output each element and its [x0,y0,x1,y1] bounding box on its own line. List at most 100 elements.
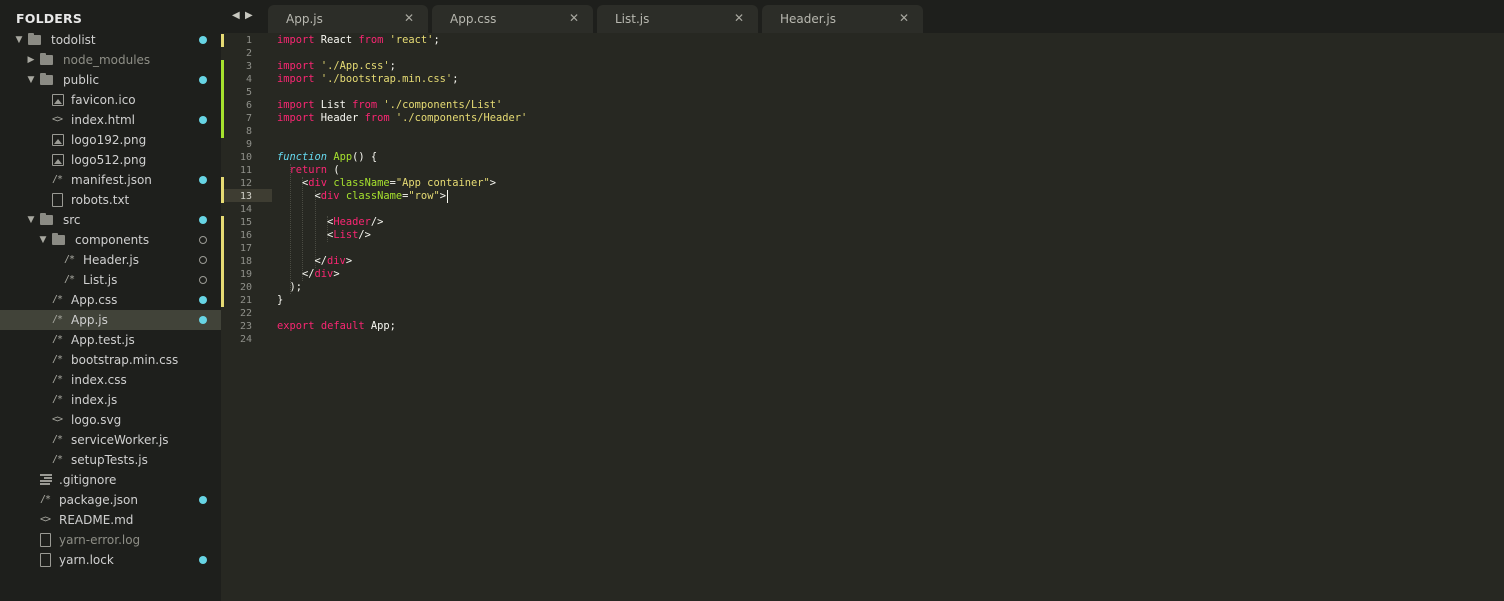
disclosure-closed-icon[interactable]: ▶ [25,50,37,70]
sidebar-item-yarn-error-log[interactable]: yarn-error.log [0,530,221,550]
code-token: </ [277,268,315,280]
script-file-icon: /* [52,354,63,365]
sidebar-item-app-js[interactable]: /* App.js [0,310,221,330]
line-number: 16 [239,230,252,241]
code-line[interactable]: } [277,294,283,307]
sidebar-item-src[interactable]: ▼ src [0,210,221,230]
sidebar-item-index-js[interactable]: /* index.js [0,390,221,410]
code-line[interactable]: <div className="row"> [277,190,446,203]
sidebar-item-label: List.js [83,273,118,287]
code-file-icon: <> [40,514,51,525]
code-token: className [333,177,390,189]
code-line[interactable]: <div className="App container"> [277,177,496,190]
tab-header-js[interactable]: Header.js ✕ [762,5,923,33]
sidebar-item-index-css[interactable]: /* index.css [0,370,221,390]
close-icon[interactable]: ✕ [404,11,414,25]
sidebar-item-label: logo512.png [71,153,147,167]
sidebar-item-robots-txt[interactable]: robots.txt [0,190,221,210]
close-icon[interactable]: ✕ [569,11,579,25]
tab-app-js[interactable]: App.js ✕ [268,5,428,33]
code-line[interactable]: </div> [277,268,340,281]
disclosure-open-icon[interactable]: ▼ [37,230,49,250]
close-icon[interactable]: ✕ [899,11,909,25]
code-line[interactable]: import React from 'react'; [277,34,440,47]
tab-label: App.js [286,12,323,26]
sidebar-item-todolist[interactable]: ▼ todolist [0,30,221,50]
disclosure-open-icon[interactable]: ▼ [13,30,25,50]
code-line[interactable]: </div> [277,255,353,268]
disclosure-open-icon[interactable]: ▼ [25,210,37,230]
tab-label: List.js [615,12,650,26]
code-line[interactable]: export default App; [277,320,396,333]
sidebar-item-favicon-ico[interactable]: favicon.ico [0,90,221,110]
code-token: './App.css' [320,60,390,72]
line-number: 5 [245,87,252,98]
sidebar-item-manifest-json[interactable]: /* manifest.json [0,170,221,190]
modified-line-marker [221,268,224,281]
code-line[interactable]: function App() { [277,151,377,164]
code-token: './components/List' [383,99,503,111]
nav-back-icon[interactable]: ◀ [232,10,240,21]
code-token: Header [314,112,365,124]
script-file-icon: /* [52,174,63,185]
sidebar-item-logo192-png[interactable]: logo192.png [0,130,221,150]
disclosure-open-icon[interactable]: ▼ [25,70,37,90]
sidebar-item-components[interactable]: ▼ components [0,230,221,250]
code-token: < [277,229,334,241]
modified-line-marker [221,190,224,203]
sidebar-item-bootstrap-min-css[interactable]: /* bootstrap.min.css [0,350,221,370]
sidebar-item-label: manifest.json [71,173,152,187]
code-token: </ [277,255,328,267]
sidebar-item-label: logo192.png [71,133,147,147]
code-token: import [277,99,315,111]
code-line[interactable]: import './bootstrap.min.css'; [277,73,458,86]
code-line[interactable]: ); [277,281,303,294]
modified-line-marker [221,177,224,190]
sidebar-item-label: index.js [71,393,118,407]
sidebar-item-app-test-js[interactable]: /* App.test.js [0,330,221,350]
code-token: > [439,190,446,202]
code-line[interactable]: <List/> [277,229,371,242]
sidebar-item-node-modules[interactable]: ▶ node_modules [0,50,221,70]
tab-app-css[interactable]: App.css ✕ [432,5,593,33]
image-file-icon [52,154,64,166]
modified-status-dot [199,316,207,324]
tab-list-js[interactable]: List.js ✕ [597,5,758,33]
sidebar-item-yarn-lock[interactable]: yarn.lock [0,550,221,570]
sidebar-item-app-css[interactable]: /* App.css [0,290,221,310]
code-token: React [314,34,359,46]
modified-status-dot [199,556,207,564]
code-line[interactable]: return ( [277,164,340,177]
nav-forward-icon[interactable]: ▶ [245,10,253,21]
code-line[interactable]: <Header/> [277,216,383,229]
sidebar-item-readme-md[interactable]: <> README.md [0,510,221,530]
close-icon[interactable]: ✕ [734,11,744,25]
sidebar-item-public[interactable]: ▼ public [0,70,221,90]
code-line[interactable]: import './App.css'; [277,60,396,73]
file-tree: ▼ todolist ▶ node_modules ▼ public favicon.ico… [0,30,221,570]
sidebar-item-package-json[interactable]: /* package.json [0,490,221,510]
sidebar-item-setuptests-js[interactable]: /* setupTests.js [0,450,221,470]
sidebar-item-logo512-png[interactable]: logo512.png [0,150,221,170]
code-line[interactable]: import List from './components/List' [277,99,502,112]
sidebar-item-gitignore[interactable]: .gitignore [0,470,221,490]
sidebar-item-label: App.test.js [71,333,135,347]
code-line[interactable]: import Header from './components/Header' [277,112,527,125]
tab-label: Header.js [780,12,836,26]
code-file-icon: <> [52,414,63,425]
modified-line-marker [221,229,224,242]
line-number: 24 [239,334,252,345]
sidebar-item-index-html[interactable]: <> index.html [0,110,221,130]
folder-icon [40,53,53,65]
code-editor[interactable]: 1 2 3 4 5 6 7 8 9 10 11 12 13 14 15 16 17 18 19 20 21 22 23 24 … [221,33,1504,601]
sidebar-item-header-js[interactable]: /* Header.js [0,250,221,270]
sidebar-item-label: index.css [71,373,127,387]
sidebar-item-serviceworker-js[interactable]: /* serviceWorker.js [0,430,221,450]
line-number: 19 [239,269,252,280]
line-number: 18 [239,256,252,267]
added-line-marker [221,73,224,86]
script-file-icon: /* [64,274,75,285]
sidebar-item-list-js[interactable]: /* List.js [0,270,221,290]
sidebar-item-logo-svg[interactable]: <> logo.svg [0,410,221,430]
sidebar-item-label: README.md [59,513,134,527]
